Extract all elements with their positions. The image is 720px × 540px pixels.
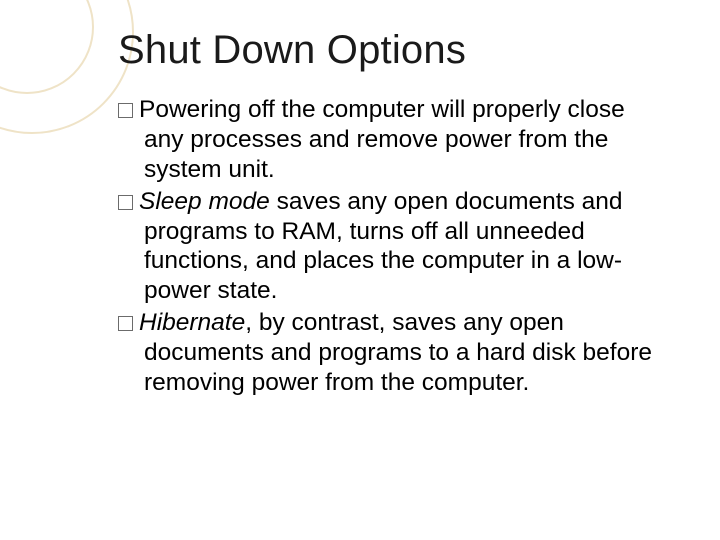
bullet-2-lead: Sleep mode	[139, 188, 270, 215]
bullet-1-lead: Powering	[139, 96, 241, 123]
checkbox-icon	[118, 316, 133, 331]
slide-body: Powering off the computer will properly …	[118, 95, 660, 398]
checkbox-icon	[118, 195, 133, 210]
bullet-3: Hibernate, by contrast, saves any open d…	[118, 308, 660, 398]
bullet-3-lead: Hibernate	[139, 309, 245, 336]
slide-content: Shut Down Options Powering off the compu…	[0, 0, 720, 540]
bullet-1: Powering off the computer will properly …	[118, 95, 660, 185]
slide-title: Shut Down Options	[118, 28, 660, 73]
bullet-2: Sleep mode saves any open documents and …	[118, 187, 660, 307]
checkbox-icon	[118, 103, 133, 118]
